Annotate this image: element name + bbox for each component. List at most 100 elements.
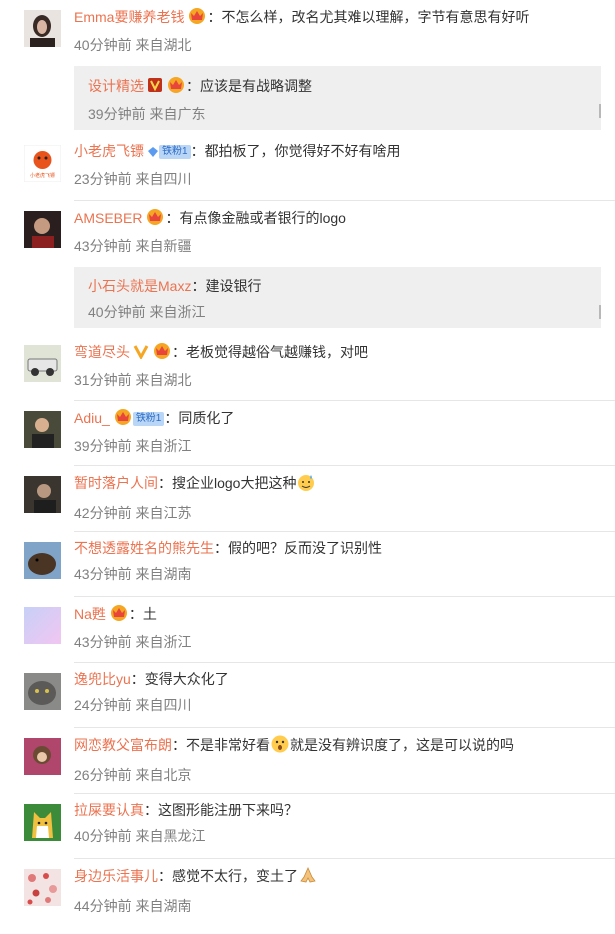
comment-text: 搜企业logo大把这种 <box>172 475 297 491</box>
separator: ： <box>207 9 222 25</box>
comment-item: 网恋教父富布朗：不是非常好看 就是没有辨识度了，这是可以说的吗 26分钟前 来自北… <box>0 728 615 794</box>
comment-list: Emma要赚养老钱 ：不怎么样，改名尤其难以理解，字节有意思有好听 40分钟前 来… <box>0 0 615 929</box>
vip-crown-icon <box>145 207 165 230</box>
comment-text: 老板觉得越俗气越赚钱，对吧 <box>186 344 368 360</box>
avatar[interactable] <box>24 476 61 513</box>
timestamp: 24分钟前 <box>74 697 132 713</box>
comment-item: 身边乐活事儿：感觉不太行，变土了 44分钟前 来自湖南 <box>0 859 615 929</box>
location: 来自浙江 <box>149 304 206 320</box>
reply-username[interactable]: 小石头就是Maxz <box>88 278 191 294</box>
comment-text: 感觉不太行，变土了 <box>172 868 298 884</box>
fans-badge: 铁粉1 <box>132 412 165 426</box>
diamond-icon <box>147 143 159 163</box>
comment-text: 这图形能注册下来吗？ <box>158 802 298 818</box>
location: 来自湖北 <box>135 372 192 388</box>
scroll-edge <box>599 305 601 319</box>
separator: ： <box>214 540 228 556</box>
username[interactable]: Adiu_ <box>74 410 110 426</box>
separator: ： <box>191 278 206 294</box>
avatar[interactable] <box>24 10 61 47</box>
username[interactable]: 不想透露姓名的熊先生 <box>74 540 214 556</box>
separator: ： <box>186 78 200 94</box>
location: 来自湖南 <box>135 566 192 582</box>
timestamp: 42分钟前 <box>74 505 132 521</box>
vip-crown-icon <box>113 407 133 430</box>
comment-item: 弯道尽头 ：老板觉得越俗气越赚钱，对吧 31分钟前 来自湖北 <box>0 335 615 401</box>
praying-hands-emoji-icon <box>298 865 318 890</box>
location: 来自四川 <box>135 171 192 187</box>
comment-text: 土 <box>142 606 157 622</box>
verified-v-icon <box>133 343 149 364</box>
username[interactable]: Na甦 <box>74 606 106 622</box>
username[interactable]: Emma要赚养老钱 <box>74 9 184 25</box>
location: 来自北京 <box>135 767 192 783</box>
comment-text: 不怎么样，改名尤其难以理解，字节有意思有好听 <box>221 9 530 25</box>
comment-text-continued: 就是没有辨识度了，这是可以说的吗 <box>290 737 514 753</box>
location: 来自浙江 <box>135 634 192 650</box>
username[interactable]: 网恋教父富布朗 <box>74 737 172 753</box>
username[interactable]: 小老虎飞镖 <box>74 143 144 159</box>
comment-text: 都拍板了，你觉得好不好有啥用 <box>204 143 401 159</box>
separator: ： <box>158 475 172 491</box>
separator: ： <box>172 737 186 753</box>
reply-text: 建设银行 <box>205 278 262 294</box>
avatar[interactable] <box>24 738 61 775</box>
avatar[interactable]: 小老虎飞镖 <box>24 145 61 182</box>
timestamp: 40分钟前 <box>74 828 132 844</box>
avatar[interactable] <box>24 411 61 448</box>
timestamp: 39分钟前 <box>88 106 146 122</box>
comment-text: 变得大众化了 <box>144 671 229 687</box>
separator: ： <box>130 671 145 687</box>
comment-item: AMSEBER ：有点像金融或者银行的logo 43分钟前 来自新疆 小石头就是M… <box>0 201 615 335</box>
timestamp: 26分钟前 <box>74 767 132 783</box>
username[interactable]: AMSEBER <box>74 210 142 226</box>
username[interactable]: 逸兜比yu <box>74 671 131 687</box>
username[interactable]: 拉屎要认真 <box>74 802 144 818</box>
timestamp: 31分钟前 <box>74 372 132 388</box>
username[interactable]: 弯道尽头 <box>74 344 130 360</box>
timestamp: 43分钟前 <box>74 566 132 582</box>
avatar[interactable] <box>24 345 61 382</box>
location: 来自江苏 <box>135 505 192 521</box>
reply-box: 小石头就是Maxz：建设银行 40分钟前 来自浙江 <box>74 267 601 328</box>
separator: ： <box>158 868 172 884</box>
comment-item: 不想透露姓名的熊先生：假的吧？反而没了识别性 43分钟前 来自湖南 <box>0 532 615 597</box>
timestamp: 43分钟前 <box>74 634 132 650</box>
avatar[interactable] <box>24 211 61 248</box>
avatar[interactable] <box>24 542 61 579</box>
separator: ： <box>190 143 205 159</box>
comment-item: 小老虎飞镖 小老虎飞镖 铁粉1 ：都拍板了，你觉得好不好有啥用 23分钟前 来自四川 <box>0 135 615 201</box>
surprised-face-emoji-icon <box>270 734 290 759</box>
comment-text: 不是非常好看 <box>186 737 270 753</box>
location: 来自广东 <box>149 106 206 122</box>
scroll-edge <box>599 104 601 118</box>
avatar[interactable] <box>24 673 61 710</box>
location: 来自湖北 <box>135 37 192 53</box>
timestamp: 39分钟前 <box>74 438 132 454</box>
vip-crown-icon <box>109 603 129 626</box>
username[interactable]: 暂时落户人间 <box>74 475 158 491</box>
separator: ： <box>144 802 158 818</box>
timestamp: 40分钟前 <box>74 37 132 53</box>
comment-item: 逸兜比yu：变得大众化了 24分钟前 来自四川 <box>0 663 615 728</box>
fans-badge: 铁粉1 <box>159 145 191 159</box>
timestamp: 40分钟前 <box>88 304 146 320</box>
reply-text: 应该是有战略调整 <box>200 78 312 94</box>
username[interactable]: 身边乐活事儿 <box>74 868 158 884</box>
svg-text:小老虎飞镖: 小老虎飞镖 <box>30 172 55 179</box>
verified-v-icon <box>147 77 163 98</box>
separator: ： <box>172 344 186 360</box>
comment-item: 暂时落户人间：搜企业logo大把这种 42分钟前 来自江苏 <box>0 466 615 532</box>
location: 来自浙江 <box>135 438 192 454</box>
reply-box: 设计精选 ：应该是有战略调整 39分钟前 来自广东 <box>74 66 601 130</box>
vip-crown-icon <box>166 75 186 98</box>
timestamp: 23分钟前 <box>74 171 132 187</box>
avatar[interactable] <box>24 607 61 644</box>
sweat-face-emoji-icon <box>296 472 316 497</box>
comment-text: 有点像金融或者银行的logo <box>179 210 346 226</box>
avatar[interactable] <box>24 869 61 906</box>
avatar[interactable] <box>24 804 61 841</box>
comment-item: Adiu_ 铁粉1 ：同质化了 39分钟前 来自浙江 <box>0 401 615 466</box>
reply-username[interactable]: 设计精选 <box>88 78 144 94</box>
vip-crown-icon <box>152 341 172 364</box>
